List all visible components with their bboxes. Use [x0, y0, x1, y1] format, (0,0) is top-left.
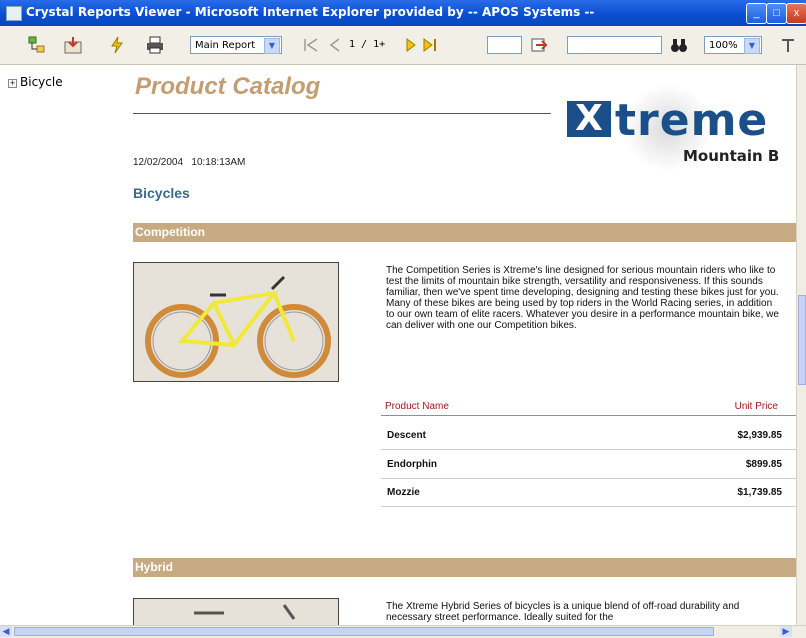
- table-row: Mozzie $1,739.85: [381, 478, 796, 507]
- window-title: Crystal Reports Viewer - Microsoft Inter…: [26, 5, 595, 19]
- print-time: 10:18:13AM: [191, 157, 246, 168]
- minimize-button[interactable]: _: [746, 3, 767, 24]
- chevron-down-icon[interactable]: ▼: [744, 38, 760, 54]
- report-selector[interactable]: Main Report ▼: [190, 36, 282, 54]
- last-page-icon[interactable]: [422, 36, 440, 54]
- product-name: Mozzie: [387, 487, 420, 498]
- logo-x-mark: X: [567, 101, 611, 137]
- col-product-name: Product Name: [385, 401, 449, 412]
- col-unit-price: Unit Price: [734, 401, 778, 412]
- logo-icon: [780, 36, 798, 54]
- table-row: Endorphin $899.85: [381, 450, 796, 479]
- zoom-value: 100%: [709, 40, 738, 51]
- section-band-competition[interactable]: Competition: [133, 223, 796, 242]
- vertical-scrollbar[interactable]: [796, 65, 806, 625]
- first-page-icon[interactable]: [302, 36, 320, 54]
- next-page-icon[interactable]: [402, 36, 420, 54]
- group-tree-pane: + Bicycle: [0, 65, 105, 625]
- bike-photo-competition: [133, 262, 339, 382]
- product-name: Descent: [387, 430, 426, 441]
- search-text-input[interactable]: [567, 36, 662, 54]
- unit-price: $2,939.85: [737, 430, 783, 441]
- vertical-scroll-thumb[interactable]: [798, 295, 806, 385]
- goto-page-arrow-icon[interactable]: [530, 36, 548, 54]
- logo-wordmark: treme: [615, 95, 769, 146]
- report-page: Product Catalog X treme Mountain B 12/02…: [105, 65, 796, 625]
- group-tree-toggle-icon[interactable]: [28, 36, 46, 54]
- product-name: Endorphin: [387, 459, 437, 470]
- title-divider: [133, 113, 551, 114]
- xtreme-logo: X treme Mountain B: [553, 81, 796, 171]
- binoculars-search-icon[interactable]: [670, 36, 688, 54]
- window-titlebar: Crystal Reports Viewer - Microsoft Inter…: [0, 0, 806, 26]
- scroll-left-icon[interactable]: ◀: [0, 626, 12, 637]
- print-datetime: 12/02/2004 10:18:13AM: [133, 157, 245, 168]
- unit-price: $899.85: [745, 459, 782, 470]
- maximize-button[interactable]: □: [766, 3, 787, 24]
- section-band-hybrid[interactable]: Hybrid: [133, 558, 796, 577]
- expand-plus-icon[interactable]: +: [8, 79, 17, 88]
- report-selector-value: Main Report: [195, 40, 256, 51]
- print-date: 12/02/2004: [133, 157, 184, 168]
- refresh-lightning-icon[interactable]: [108, 36, 126, 54]
- table-row: Descent $2,939.85: [381, 421, 796, 450]
- scroll-right-icon[interactable]: ▶: [780, 626, 792, 637]
- group-header: Bicycles: [133, 185, 190, 201]
- zoom-selector[interactable]: 100% ▼: [704, 36, 762, 54]
- export-icon[interactable]: [64, 36, 82, 54]
- page-indicator: 1 / 1+: [349, 39, 386, 50]
- description-competition: The Competition Series is Xtreme's line …: [386, 265, 779, 331]
- horizontal-scroll-thumb[interactable]: [14, 627, 714, 636]
- horizontal-scrollbar[interactable]: ◀ ▶: [0, 625, 806, 638]
- product-table-header: Product Name Unit Price: [381, 395, 796, 416]
- logo-subtitle: Mountain B: [683, 147, 780, 165]
- viewer-toolbar: Main Report ▼ 1 / 1+ 100% ▼: [0, 26, 806, 65]
- print-icon[interactable]: [146, 36, 164, 54]
- ie-page-icon: [6, 6, 22, 21]
- chevron-down-icon[interactable]: ▼: [264, 38, 280, 54]
- report-title: Product Catalog: [135, 73, 321, 100]
- goto-page-input[interactable]: [487, 36, 522, 54]
- tree-item-label: Bicycle: [20, 75, 63, 89]
- close-button[interactable]: x: [786, 3, 806, 24]
- unit-price: $1,739.85: [737, 487, 783, 498]
- description-hybrid: The Xtreme Hybrid Series of bicycles is …: [386, 601, 740, 623]
- bike-photo-hybrid: [133, 598, 339, 625]
- previous-page-icon[interactable]: [326, 36, 344, 54]
- tree-item-bicycle[interactable]: + Bicycle: [8, 75, 63, 89]
